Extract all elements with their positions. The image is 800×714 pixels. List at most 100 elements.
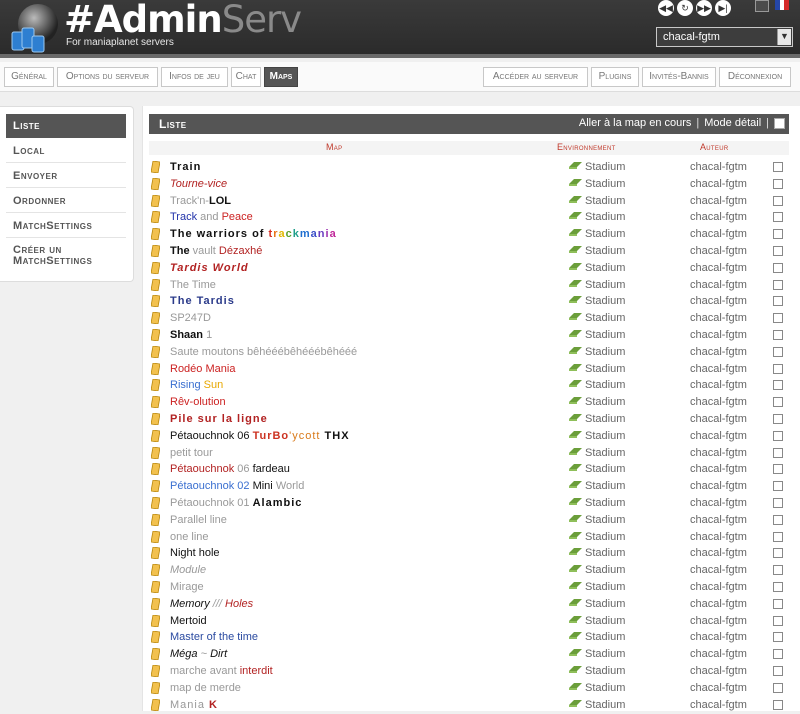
- table-row[interactable]: The warriors of trackmania Stadium chacal-…: [149, 226, 789, 243]
- map-name[interactable]: Track and Peace: [170, 211, 253, 223]
- table-row[interactable]: one line Stadium chacal-fgtm: [149, 529, 789, 546]
- table-row[interactable]: Tourne-vice Stadium chacal-fgtm: [149, 176, 789, 193]
- row-select-checkbox[interactable]: [773, 481, 783, 492]
- next-icon[interactable]: ▶|: [715, 0, 731, 16]
- sidebar-item-matchsettings[interactable]: MatchSettings: [6, 214, 126, 238]
- table-row[interactable]: Mania K Stadium chacal-fgtm: [149, 697, 789, 714]
- map-name[interactable]: Tourne-vice: [170, 178, 227, 190]
- row-select-checkbox[interactable]: [773, 380, 783, 391]
- table-row[interactable]: Pétaouchnok 01 Alambic Stadium chacal-fgtm: [149, 495, 789, 512]
- table-row[interactable]: Pétaouchnok 02 Mini World Stadium chacal-f…: [149, 478, 789, 495]
- map-name[interactable]: Rising Sun: [170, 379, 223, 391]
- row-select-checkbox[interactable]: [773, 514, 783, 525]
- table-row[interactable]: Master of the time Stadium chacal-fgtm: [149, 629, 789, 646]
- row-select-checkbox[interactable]: [773, 498, 783, 508]
- table-row[interactable]: petit tour Stadium chacal-fgtm: [149, 445, 789, 462]
- row-select-checkbox[interactable]: [773, 162, 783, 172]
- table-row[interactable]: marche avant interdit Stadium chacal-fgtm: [149, 663, 789, 680]
- map-name[interactable]: Tardis World: [170, 262, 249, 274]
- row-select-checkbox[interactable]: [773, 279, 783, 290]
- table-row[interactable]: Track'n-LOL Stadium chacal-fgtm: [149, 193, 789, 210]
- row-select-checkbox[interactable]: [773, 346, 783, 357]
- map-name[interactable]: Module: [170, 564, 206, 576]
- table-row[interactable]: Mirage Stadium chacal-fgtm: [149, 579, 789, 596]
- restart-icon[interactable]: ↻: [677, 0, 693, 16]
- server-select[interactable]: chacal-fgtm ▼: [656, 27, 793, 47]
- nav-server-options[interactable]: Options du serveur: [57, 67, 158, 87]
- row-select-checkbox[interactable]: [773, 430, 783, 441]
- row-select-checkbox[interactable]: [773, 598, 783, 609]
- row-select-checkbox[interactable]: [773, 531, 783, 542]
- table-row[interactable]: Rêv-olution Stadium chacal-fgtm: [149, 394, 789, 411]
- map-name[interactable]: Night hole: [170, 547, 220, 559]
- map-name[interactable]: one line: [170, 531, 209, 543]
- row-select-checkbox[interactable]: [773, 330, 783, 340]
- map-name[interactable]: Pétaouchnok 02 Mini World: [170, 480, 304, 492]
- row-select-checkbox[interactable]: [773, 229, 783, 240]
- row-select-checkbox[interactable]: [773, 666, 783, 676]
- table-row[interactable]: The Time Stadium chacal-fgtm: [149, 277, 789, 294]
- table-row[interactable]: The Tardis Stadium chacal-fgtm: [149, 293, 789, 310]
- map-name[interactable]: Saute moutons bêhééébêhééébêhééé: [170, 346, 357, 358]
- nav-access-server[interactable]: Accéder au serveur: [483, 67, 588, 87]
- map-name[interactable]: Méga ~ Dirt: [170, 648, 227, 660]
- table-row[interactable]: SP247D Stadium chacal-fgtm: [149, 310, 789, 327]
- table-row[interactable]: Saute moutons bêhééébêhééébêhééé Stadium c…: [149, 344, 789, 361]
- map-name[interactable]: marche avant interdit: [170, 665, 273, 677]
- map-name[interactable]: The vault Dézaxhé: [170, 245, 262, 257]
- table-row[interactable]: Pile sur la ligne Stadium chacal-fgtm: [149, 411, 789, 428]
- row-select-checkbox[interactable]: [773, 212, 783, 223]
- table-row[interactable]: Rodéo Mania Stadium chacal-fgtm: [149, 361, 789, 378]
- col-environment[interactable]: Environnement: [557, 142, 616, 152]
- row-select-checkbox[interactable]: [773, 582, 783, 592]
- map-name[interactable]: Pétaouchnok 01 Alambic: [170, 497, 302, 509]
- map-name[interactable]: Train: [170, 161, 201, 173]
- sidebar-item-upload[interactable]: Envoyer: [6, 164, 126, 188]
- table-row[interactable]: Module Stadium chacal-fgtm: [149, 562, 789, 579]
- map-name[interactable]: Parallel line: [170, 514, 227, 526]
- map-name[interactable]: Pétaouchnok 06 TurBo'ycott THX: [170, 430, 350, 442]
- row-select-checkbox[interactable]: [773, 363, 783, 374]
- table-row[interactable]: The vault Dézaxhé Stadium chacal-fgtm: [149, 243, 789, 260]
- table-row[interactable]: Pétaouchnok 06 TurBo'ycott THX Stadium cha…: [149, 428, 789, 445]
- map-name[interactable]: Track'n-LOL: [170, 195, 231, 207]
- map-name[interactable]: Mertoid: [170, 615, 207, 627]
- table-row[interactable]: Rising Sun Stadium chacal-fgtm: [149, 377, 789, 394]
- row-select-checkbox[interactable]: [773, 615, 783, 626]
- table-row[interactable]: Mertoid Stadium chacal-fgtm: [149, 613, 789, 630]
- fr-flag-icon[interactable]: [775, 0, 790, 10]
- map-name[interactable]: The Tardis: [170, 295, 235, 307]
- table-row[interactable]: Track and Peace Stadium chacal-fgtm: [149, 209, 789, 226]
- row-select-checkbox[interactable]: [773, 262, 783, 273]
- map-name[interactable]: SP247D: [170, 312, 211, 324]
- nav-general[interactable]: Général: [4, 67, 54, 87]
- map-name[interactable]: Mania K: [170, 699, 217, 711]
- row-select-checkbox[interactable]: [773, 565, 783, 576]
- nav-chat[interactable]: Chat: [231, 67, 261, 87]
- row-select-checkbox[interactable]: [773, 414, 783, 424]
- nav-guests-banned[interactable]: Invités-Bannis: [642, 67, 716, 87]
- forward-icon[interactable]: ▶▶: [696, 0, 712, 16]
- row-select-checkbox[interactable]: [773, 178, 783, 189]
- row-select-checkbox[interactable]: [773, 195, 783, 206]
- table-row[interactable]: Méga ~ Dirt Stadium chacal-fgtm: [149, 646, 789, 663]
- row-select-checkbox[interactable]: [773, 246, 783, 256]
- row-select-checkbox[interactable]: [773, 682, 783, 693]
- table-row[interactable]: Parallel line Stadium chacal-fgtm: [149, 512, 789, 529]
- col-author[interactable]: Auteur: [700, 142, 728, 152]
- map-name[interactable]: The warriors of trackmania: [170, 228, 337, 240]
- map-name[interactable]: Memory /// Holes: [170, 598, 253, 610]
- table-row[interactable]: Memory /// Holes Stadium chacal-fgtm: [149, 596, 789, 613]
- rewind-icon[interactable]: ◀◀: [658, 0, 674, 16]
- nav-game-info[interactable]: Infos de jeu: [161, 67, 228, 87]
- gb-flag-icon[interactable]: [755, 0, 769, 12]
- row-select-checkbox[interactable]: [773, 699, 783, 710]
- goto-current-map-link[interactable]: Aller à la map en cours: [579, 117, 692, 129]
- sidebar-item-order[interactable]: Ordonner: [6, 189, 126, 213]
- table-row[interactable]: Pétaouchnok 06 fardeau Stadium chacal-fgtm: [149, 461, 789, 478]
- map-name[interactable]: Mirage: [170, 581, 204, 593]
- table-row[interactable]: Train Stadium chacal-fgtm: [149, 159, 789, 176]
- map-name[interactable]: The Time: [170, 279, 216, 291]
- detail-mode-checkbox[interactable]: [774, 117, 785, 129]
- sidebar-item-list[interactable]: Liste: [6, 114, 126, 138]
